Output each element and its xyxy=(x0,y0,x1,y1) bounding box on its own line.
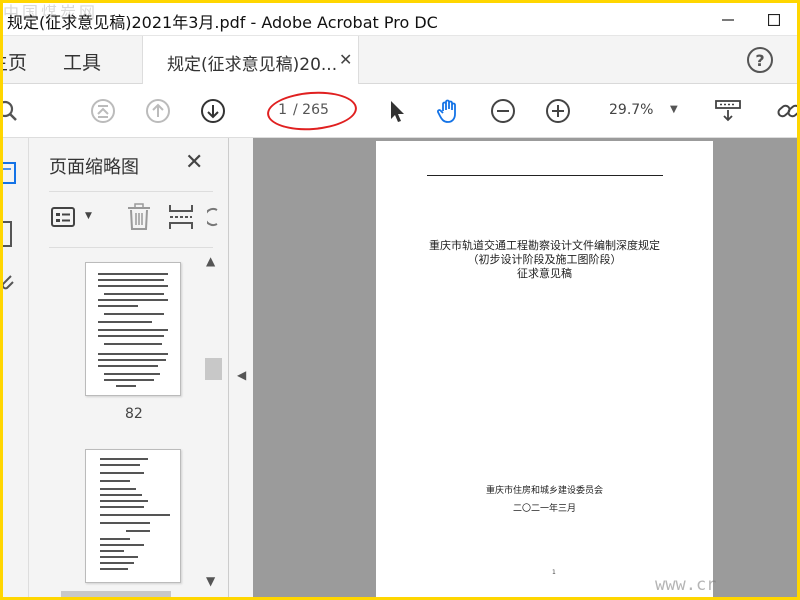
collapse-panel-icon[interactable]: ◀ xyxy=(237,368,246,382)
document-date: 二〇二一年三月 xyxy=(512,504,576,514)
search-icon[interactable] xyxy=(3,97,23,125)
help-icon[interactable]: ? xyxy=(747,47,773,73)
hand-tool-icon[interactable] xyxy=(434,97,462,125)
scroll-up-icon[interactable]: ▲ xyxy=(206,254,215,268)
page-footer-number: 1 xyxy=(552,569,556,576)
tab-tools[interactable]: 工具 xyxy=(63,48,101,75)
panel-close-icon[interactable]: ✕ xyxy=(185,150,203,175)
maximize-icon xyxy=(768,13,780,26)
scroll-down-icon[interactable]: ▼ xyxy=(206,574,215,588)
first-page-icon[interactable] xyxy=(89,97,117,125)
panel-title: 页面缩略图 xyxy=(49,157,139,178)
page-thumbnail[interactable] xyxy=(85,262,181,396)
page-thumbnail[interactable] xyxy=(85,449,181,583)
delete-page-icon[interactable] xyxy=(125,202,153,232)
scroll-mode-icon[interactable] xyxy=(714,97,742,125)
panel-divider xyxy=(49,247,213,248)
horizontal-scrollbar[interactable] xyxy=(39,591,203,597)
document-organization: 重庆市住房和城乡建设委员会 xyxy=(485,486,603,496)
window-title: 规定(征求意见稿)2021年3月.pdf - Adobe Acrobat Pro… xyxy=(7,13,438,32)
app-window: 中国煤炭网 规定(征求意见稿)2021年3月.pdf - Adobe Acrob… xyxy=(3,3,797,597)
minimize-icon xyxy=(722,18,734,21)
scrollbar-thumb[interactable] xyxy=(205,358,222,380)
close-tab-icon[interactable]: ✕ xyxy=(339,50,352,69)
thumbnails-panel: 页面缩略图 ✕ ▼ 82 ▲ ▼ xyxy=(29,138,229,597)
page-navigator: 1 / 265 xyxy=(265,96,353,124)
zoom-dropdown-icon[interactable]: ▼ xyxy=(670,104,678,115)
site-watermark: www.cr xyxy=(655,575,717,595)
scrollbar-thumb[interactable] xyxy=(61,591,171,597)
thumbnail-scrollbar[interactable]: ▲ ▼ xyxy=(203,254,222,591)
header-rule xyxy=(427,175,663,176)
document-draft-label: 征求意见稿 xyxy=(517,267,572,280)
page-thumbnails-icon[interactable] xyxy=(3,160,19,186)
link-icon[interactable] xyxy=(775,97,797,125)
document-view[interactable]: 重庆市轨道交通工程勘察设计文件编制深度规定 （初步设计阶段及施工图阶段） 征求意… xyxy=(253,138,797,597)
zoom-in-icon[interactable] xyxy=(544,97,572,125)
rotate-page-icon[interactable] xyxy=(207,204,221,230)
thumbnail-page-number: 82 xyxy=(125,406,143,422)
document-tab[interactable]: 规定(征求意见稿)20... ✕ xyxy=(142,36,359,84)
left-rail xyxy=(3,138,29,597)
thumbnail-options-icon[interactable] xyxy=(51,205,79,229)
thumbnail-options-caret-icon[interactable]: ▼ xyxy=(85,211,92,221)
panel-collapse-strip[interactable]: ◀ xyxy=(229,138,253,597)
total-pages-label: / 265 xyxy=(293,102,329,118)
next-page-icon[interactable] xyxy=(199,97,227,125)
title-bar: 中国煤炭网 规定(征求意见稿)2021年3月.pdf - Adobe Acrob… xyxy=(3,3,797,36)
minimize-button[interactable] xyxy=(705,3,751,36)
tab-row: 主页 工具 规定(征求意见稿)20... ✕ ? xyxy=(3,36,797,84)
maximize-button[interactable] xyxy=(751,3,797,36)
document-page: 重庆市轨道交通工程勘察设计文件编制深度规定 （初步设计阶段及施工图阶段） 征求意… xyxy=(376,141,713,597)
select-pointer-icon[interactable] xyxy=(383,97,411,125)
extract-pages-icon[interactable] xyxy=(167,202,195,232)
attachments-icon[interactable] xyxy=(3,272,19,298)
previous-page-icon[interactable] xyxy=(144,97,172,125)
document-tab-label: 规定(征求意见稿)20... xyxy=(167,55,338,75)
tab-home[interactable]: 主页 xyxy=(3,48,27,75)
toolbar: 1 / 265 29.7% ▼ xyxy=(3,84,797,138)
current-page-input[interactable]: 1 xyxy=(265,102,287,118)
panel-divider xyxy=(49,191,213,192)
zoom-out-icon[interactable] xyxy=(489,97,517,125)
bookmarks-icon[interactable] xyxy=(3,220,19,248)
zoom-level-input[interactable]: 29.7% xyxy=(609,102,653,118)
